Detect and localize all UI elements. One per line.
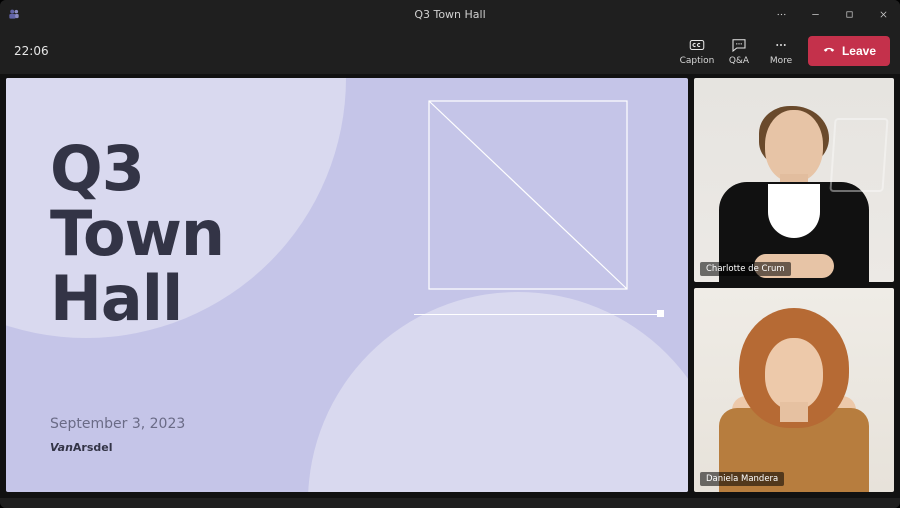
participant-name-tag: Daniela Mandera <box>700 472 784 486</box>
participant-strip: Charlotte de Crum Daniela Mandera <box>694 78 894 492</box>
bottom-bar <box>0 498 900 508</box>
slide-decor-line <box>414 314 664 315</box>
participant-tile[interactable]: Charlotte de Crum <box>694 78 894 282</box>
slide-decor-circle <box>308 292 688 492</box>
meeting-elapsed-time: 22:06 <box>14 44 49 58</box>
meeting-stage: Q3 Town Hall September 3, 2023 VanArsdel… <box>0 74 900 498</box>
slide-date: September 3, 2023 <box>50 416 185 432</box>
participant-video <box>714 92 874 282</box>
slide-title: Q3 Town Hall <box>50 136 224 331</box>
slide-title-line: Town <box>50 197 224 270</box>
caption-label: Caption <box>680 56 715 66</box>
chat-bubble-icon <box>729 36 749 54</box>
participant-name-tag: Charlotte de Crum <box>700 262 791 276</box>
window-close-button[interactable] <box>866 0 900 28</box>
window-minimize-button[interactable] <box>798 0 832 28</box>
caption-button[interactable]: Caption <box>676 36 718 66</box>
leave-label: Leave <box>842 44 876 58</box>
meeting-toolbar: 22:06 Caption Q&A More Leave <box>0 28 900 74</box>
window-maximize-button[interactable] <box>832 0 866 28</box>
qa-button[interactable]: Q&A <box>718 36 760 66</box>
slide-decor-square <box>657 310 664 317</box>
qa-label: Q&A <box>729 56 749 66</box>
more-button[interactable]: More <box>760 36 802 66</box>
ellipsis-icon <box>771 36 791 54</box>
more-label: More <box>770 56 792 66</box>
slide-brand: VanArsdel <box>50 441 113 454</box>
titlebar: Q3 Town Hall <box>0 0 900 28</box>
hang-up-icon <box>822 43 836 60</box>
app-window: Q3 Town Hall 22:06 Caption Q&A <box>0 0 900 508</box>
slide-title-line: Hall <box>50 262 182 335</box>
leave-button[interactable]: Leave <box>808 36 890 66</box>
slide-title-line: Q3 <box>50 132 144 205</box>
participant-tile[interactable]: Daniela Mandera <box>694 288 894 492</box>
window-controls <box>764 0 900 28</box>
teams-app-icon <box>0 7 28 21</box>
slide-decor-triangle <box>428 100 628 294</box>
participant-video <box>714 302 874 492</box>
closed-caption-icon <box>687 36 707 54</box>
window-more-button[interactable] <box>764 0 798 28</box>
shared-content-tile[interactable]: Q3 Town Hall September 3, 2023 VanArsdel <box>6 78 688 492</box>
